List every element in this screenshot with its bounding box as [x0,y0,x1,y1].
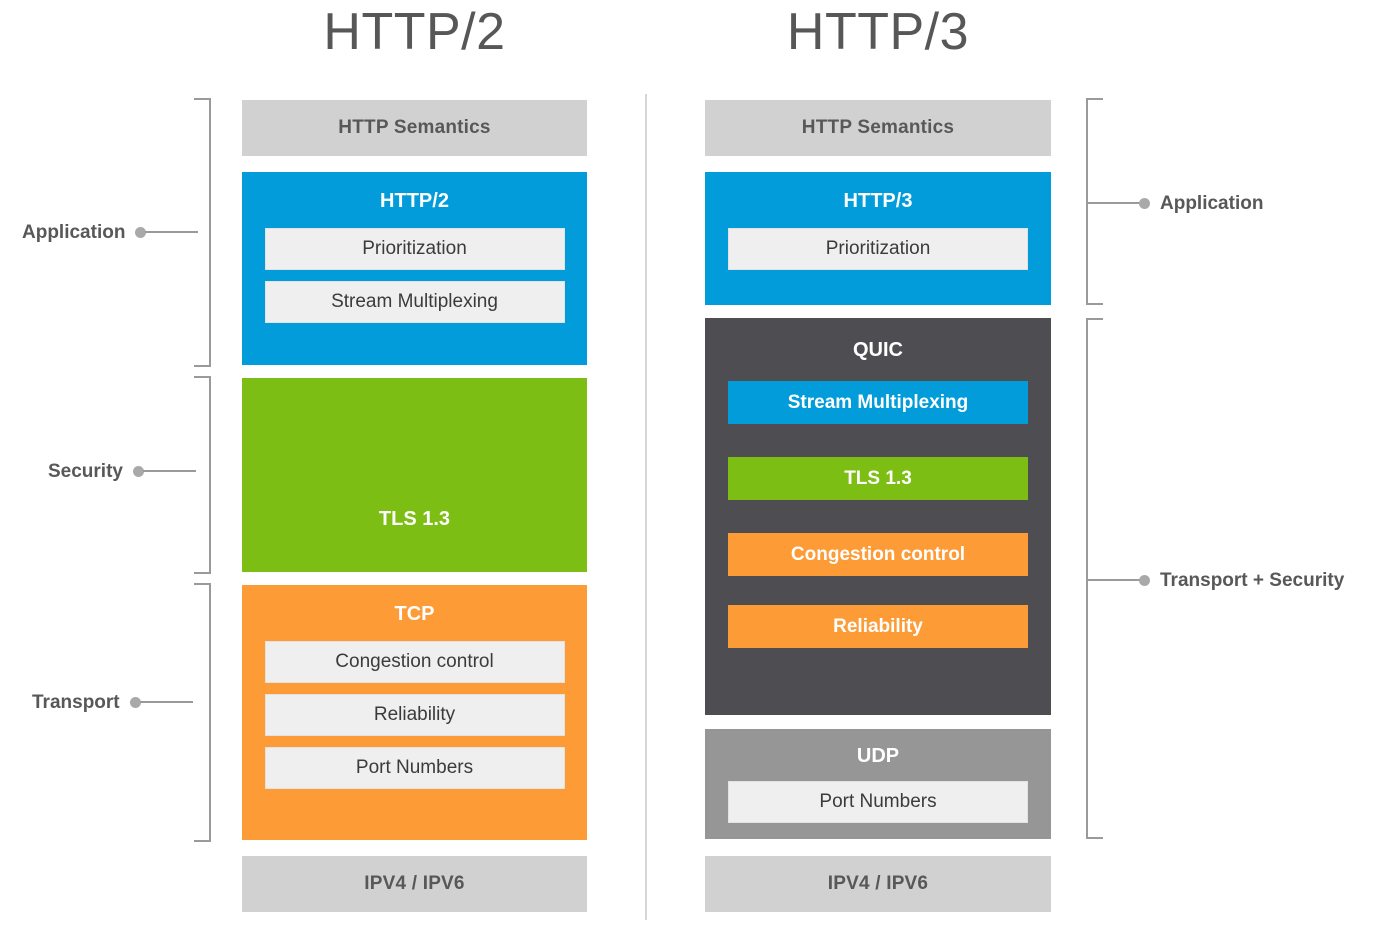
right-http3-layer: HTTP/3 Prioritization [705,172,1051,305]
left-tcp-item-congestion-control: Congestion control [264,641,565,683]
bracket-tick-top [194,98,211,100]
callout-left-transport-label: Transport [32,691,120,713]
right-udp-label: UDP [856,745,900,767]
callout-left-application: Application [22,221,210,243]
left-tcp-item-reliability: Reliability [264,694,565,736]
right-http3-label: HTTP/3 [843,190,913,212]
callout-leader-line [139,701,193,703]
bracket-tick-bottom [194,365,211,367]
diagram-canvas: HTTP/2 HTTP/3 HTTP Semantics HTTP/2 Prio… [0,0,1396,934]
right-quic-chip-congestion-control: Congestion control [728,533,1028,576]
right-quic-label: QUIC [853,339,903,361]
callout-left-application-label: Application [22,221,126,243]
bracket-tick-top [194,583,211,585]
bracket-tick-bottom [194,572,211,574]
callout-right-application-label: Application [1160,192,1264,214]
bracket-tick-bottom [194,840,211,842]
right-http3-item-prioritization: Prioritization [728,228,1028,270]
callout-leader-line [142,470,196,472]
right-quic-layer: QUIC Stream Multiplexing TLS 1.3 Congest… [705,318,1051,715]
column-title-http2: HTTP/2 [323,3,506,61]
column-divider [645,94,647,920]
left-tcp-item-port-numbers: Port Numbers [264,747,565,789]
callout-right-transport-security-label: Transport + Security [1160,569,1345,591]
callout-dot-icon [1139,197,1150,209]
left-ip-bar: IPV4 / IPV6 [242,856,587,912]
right-udp-item-port-numbers: Port Numbers [728,781,1028,823]
callout-left-security-label: Security [48,460,123,482]
bracket-tick-bottom [1086,303,1103,305]
left-http-semantics-bar: HTTP Semantics [242,100,587,156]
callout-left-security: Security [48,460,210,482]
bracket-tick-top [194,376,211,378]
right-ip-bar: IPV4 / IPV6 [705,856,1051,912]
left-http2-item-stream-multiplexing: Stream Multiplexing [264,281,565,323]
right-udp-layer: UDP Port Numbers [705,729,1051,839]
left-http2-label: HTTP/2 [380,190,449,212]
callout-dot-icon [1139,574,1150,586]
left-http2-layer: HTTP/2 Prioritization Stream Multiplexin… [242,172,587,365]
right-http-semantics-bar: HTTP Semantics [705,100,1051,156]
left-tcp-label: TCP [394,603,435,625]
left-tls-layer: TLS 1.3 [242,378,587,572]
callout-leader-line [145,231,199,233]
bracket-tick-top [1086,98,1103,100]
callout-left-transport: Transport [32,691,210,713]
left-tcp-layer: TCP Congestion control Reliability Port … [242,585,587,840]
right-quic-chip-stream-multiplexing: Stream Multiplexing [728,381,1028,424]
column-title-http3: HTTP/3 [786,3,970,61]
right-quic-chip-reliability: Reliability [728,605,1028,648]
callout-leader-line [1087,202,1140,204]
right-quic-chip-tls: TLS 1.3 [728,457,1028,500]
bracket-tick-top [1086,318,1103,320]
bracket-tick-bottom [1086,837,1103,839]
callout-leader-line [1087,579,1140,581]
callout-right-transport-security: Transport + Security [1087,569,1344,591]
callout-right-application: Application [1087,192,1263,214]
left-http2-item-prioritization: Prioritization [264,228,565,270]
left-tls-label: TLS 1.3 [378,508,451,530]
